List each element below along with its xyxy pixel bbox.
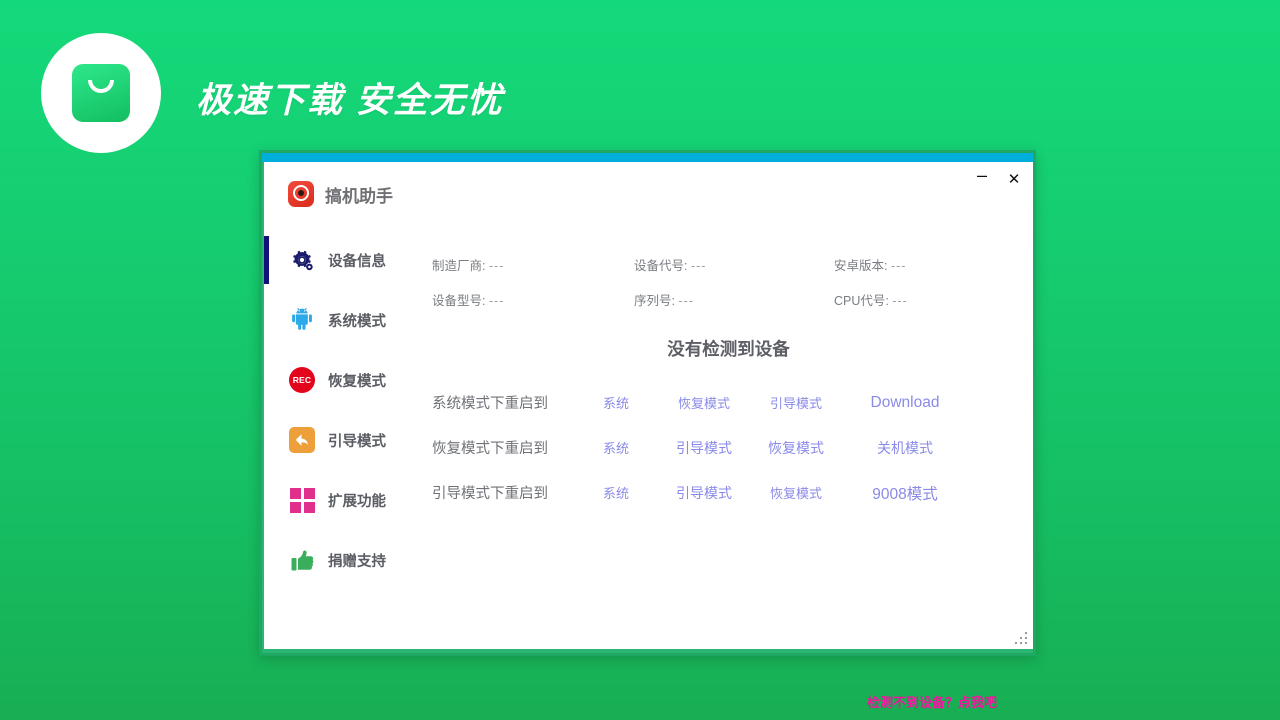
grip-dot xyxy=(1025,637,1027,639)
reboot-options-table: 系统模式下重启到 系统 恢复模式 引导模式 Download 恢复模式下重启到 … xyxy=(424,380,1064,515)
grip-dot xyxy=(1020,642,1022,644)
reboot-link-bootloader[interactable]: 引导模式 xyxy=(750,393,842,412)
sidebar-item-device-info[interactable]: 设备信息 xyxy=(264,230,424,290)
sidebar-item-label: 捐赠支持 xyxy=(328,553,386,570)
device-info-row: 制造厂商: --- 设备代号: --- 安卓版本: --- xyxy=(424,247,1033,282)
info-value: --- xyxy=(488,259,505,273)
title-bar-strip xyxy=(262,153,1033,162)
info-label: 设备型号: xyxy=(432,294,486,308)
sidebar-item-donate[interactable]: 捐赠支持 xyxy=(264,530,424,590)
sidebar-item-label: 系统模式 xyxy=(328,313,386,330)
reboot-link-shutdown[interactable]: 关机模式 xyxy=(850,438,960,458)
resize-grip[interactable] xyxy=(1015,632,1028,645)
banner-title: 极速下载 安全无忧 xyxy=(196,81,504,120)
sidebar-item-label: 设备信息 xyxy=(328,253,386,270)
sidebar-item-bootloader-mode[interactable]: 引导模式 xyxy=(264,410,424,470)
table-row: 系统模式下重启到 系统 恢复模式 引导模式 Download xyxy=(424,380,1064,425)
reboot-row-label: 引导模式下重启到 xyxy=(432,486,548,502)
table-row: 恢复模式下重启到 系统 引导模式 恢复模式 关机模式 xyxy=(424,425,1064,470)
app-window: – ✕ 搞机助手 设备信息 系统模式 REC 恢复模式 引导模式 扩展功能 捐赠… xyxy=(259,150,1036,710)
window-body: – ✕ 搞机助手 设备信息 系统模式 REC 恢复模式 引导模式 扩展功能 捐赠… xyxy=(264,162,1033,710)
banner-logo xyxy=(41,33,161,153)
reboot-link-recovery[interactable]: 恢复模式 xyxy=(750,483,842,502)
active-indicator xyxy=(264,236,269,284)
info-cpu-codename: CPU代号: --- xyxy=(834,290,1033,309)
info-manufacturer: 制造厂商: --- xyxy=(424,255,634,274)
info-device-model: 设备型号: --- xyxy=(424,290,634,309)
close-button[interactable]: ✕ xyxy=(1003,168,1025,190)
main-panel: 制造厂商: --- 设备代号: --- 安卓版本: --- 设备型号: --- … xyxy=(424,230,1033,710)
window-controls: – ✕ xyxy=(971,166,1025,190)
target-pin-icon xyxy=(288,181,314,207)
grid-icon xyxy=(288,486,316,514)
app-header: 搞机助手 xyxy=(288,181,393,207)
reboot-link-bootloader[interactable]: 引导模式 xyxy=(658,438,750,458)
info-label: CPU代号: xyxy=(834,294,889,308)
sidebar-item-recovery-mode[interactable]: REC 恢复模式 xyxy=(264,350,424,410)
info-value: --- xyxy=(892,294,908,308)
shopping-bag-smile-icon xyxy=(72,64,130,122)
android-icon xyxy=(288,306,316,334)
rec-icon: REC xyxy=(288,366,316,394)
reboot-link-system[interactable]: 系统 xyxy=(574,393,658,412)
grip-dot xyxy=(1015,642,1017,644)
info-value: --- xyxy=(690,259,707,273)
reboot-link-9008[interactable]: 9008模式 xyxy=(850,482,960,504)
device-info-row: 设备型号: --- 序列号: --- CPU代号: --- xyxy=(424,282,1033,317)
reboot-link-recovery[interactable]: 恢复模式 xyxy=(750,438,842,458)
grip-dot xyxy=(1025,642,1027,644)
sidebar-item-label: 恢复模式 xyxy=(328,373,386,390)
app-title: 搞机助手 xyxy=(325,186,393,206)
minimize-button[interactable]: – xyxy=(971,166,993,190)
thumbs-up-icon xyxy=(288,546,316,574)
info-serial-number: 序列号: --- xyxy=(634,290,834,309)
sidebar-item-extensions[interactable]: 扩展功能 xyxy=(264,470,424,530)
info-value: --- xyxy=(678,294,694,308)
info-value: --- xyxy=(890,259,907,273)
reboot-link-system[interactable]: 系统 xyxy=(574,483,658,502)
device-info-grid: 制造厂商: --- 设备代号: --- 安卓版本: --- 设备型号: --- … xyxy=(424,247,1033,317)
reboot-link-bootloader[interactable]: 引导模式 xyxy=(658,483,750,503)
info-device-codename: 设备代号: --- xyxy=(634,255,834,274)
smile-arc xyxy=(88,80,114,93)
sidebar: 设备信息 系统模式 REC 恢复模式 引导模式 扩展功能 捐赠支持 xyxy=(264,230,424,590)
info-android-version: 安卓版本: --- xyxy=(834,255,1033,274)
reboot-row-label: 恢复模式下重启到 xyxy=(432,441,548,457)
grip-dot xyxy=(1025,632,1027,634)
reboot-link-recovery[interactable]: 恢复模式 xyxy=(658,393,750,412)
sidebar-item-system-mode[interactable]: 系统模式 xyxy=(264,290,424,350)
reboot-link-download[interactable]: Download xyxy=(850,394,960,412)
reboot-row-label: 系统模式下重启到 xyxy=(432,396,548,412)
info-value: --- xyxy=(488,294,505,308)
sidebar-item-label: 扩展功能 xyxy=(328,493,386,510)
sidebar-item-label: 引导模式 xyxy=(328,433,386,450)
info-label: 制造厂商: xyxy=(432,259,486,273)
promo-banner: 极速下载 安全无忧 xyxy=(0,0,1280,153)
info-label: 设备代号: xyxy=(634,259,688,273)
gear-icon xyxy=(288,246,316,274)
info-label: 序列号: xyxy=(634,294,675,308)
back-arrow-icon xyxy=(288,426,316,454)
reboot-link-system[interactable]: 系统 xyxy=(574,438,658,457)
grip-dot xyxy=(1020,637,1022,639)
table-row: 引导模式下重启到 系统 引导模式 恢复模式 9008模式 xyxy=(424,470,1064,515)
detect-help-link[interactable]: 检测不到设备？点我吧 xyxy=(867,692,997,711)
info-label: 安卓版本: xyxy=(834,259,888,273)
no-device-title: 没有检测到设备 xyxy=(667,339,790,359)
